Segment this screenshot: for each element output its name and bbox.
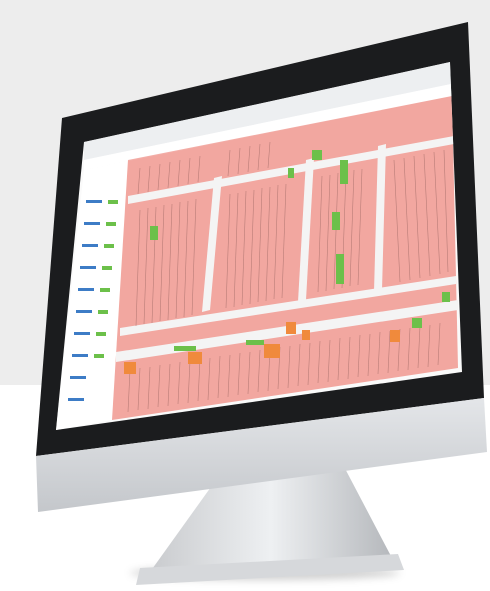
imac-monitor <box>36 22 487 585</box>
